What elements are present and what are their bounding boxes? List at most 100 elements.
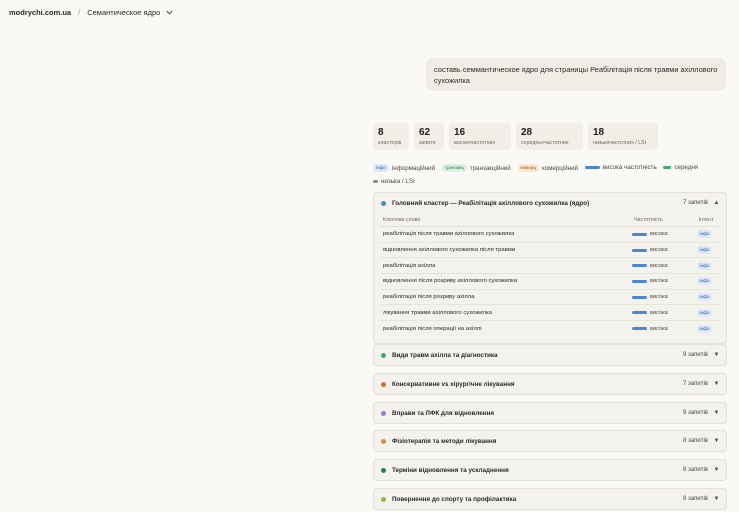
intent-cell: інфо xyxy=(692,277,720,286)
cluster-card-main: Головний кластер — Реабілітація ахіллово… xyxy=(373,192,727,344)
chevron-down-icon[interactable]: ▼ xyxy=(713,381,720,387)
cluster-header[interactable]: Терміни відновлення та ускладнення 8 зап… xyxy=(374,460,726,480)
cluster-card[interactable]: Види травм ахілла та діагностика 9 запит… xyxy=(373,344,727,366)
cluster-card[interactable]: Консервативне vs хірургічне лікування 7 … xyxy=(373,373,727,395)
chevron-down-icon[interactable] xyxy=(165,8,174,17)
cluster-dot xyxy=(381,496,386,502)
cluster-count: 8 запитів xyxy=(683,438,708,444)
cluster-count: 8 запитів xyxy=(683,467,708,473)
chevron-down-icon[interactable]: ▼ xyxy=(713,496,720,502)
breadcrumb: modrychi.com.ua / Семантическое ядро xyxy=(9,6,174,18)
freq-swatch xyxy=(663,166,672,169)
legend-label: висока частотність xyxy=(602,164,657,171)
chevron-down-icon[interactable]: ▼ xyxy=(713,352,720,358)
stat-label: низькочастотних / LSI xyxy=(593,140,647,146)
project-name[interactable]: Семантическое ядро xyxy=(87,8,160,17)
cluster-title: Консервативне vs хірургічне лікування xyxy=(392,380,515,388)
chevron-down-icon[interactable]: ▼ xyxy=(713,438,720,444)
table-header: Ключове слово Частотність Інтент xyxy=(380,213,720,227)
keyword-cell: відновлення ахіллового сухожилка після т… xyxy=(383,247,516,254)
stat-value: 62 xyxy=(419,127,431,138)
intent-badge: інфо xyxy=(696,261,713,270)
legend: інфо інформаційний транзакц транзакційний … xyxy=(373,161,729,188)
cluster-header[interactable]: Головний кластер — Реабілітація ахіллово… xyxy=(374,193,726,213)
column-keyword: Ключове слово xyxy=(383,216,421,223)
frequency-cell: висока xyxy=(632,231,692,237)
table-row: реабілітація після розриву ахілла висока… xyxy=(380,290,720,306)
chevron-up-icon[interactable]: ▲ xyxy=(713,200,720,206)
cluster-count: 7 запитів xyxy=(683,381,708,387)
intent-tag: інфо xyxy=(373,164,389,172)
legend-label: низька / LSI xyxy=(381,177,415,185)
cluster-card[interactable]: Вправи та ЛФК для відновлення 9 запитів … xyxy=(373,402,727,424)
table-row: відновлення після розриву ахіллового сух… xyxy=(380,274,720,290)
site-name[interactable]: modrychi.com.ua xyxy=(9,8,71,17)
frequency-label: висока xyxy=(650,325,668,332)
cluster-dot xyxy=(381,438,386,444)
frequency-label: висока xyxy=(650,294,668,301)
stat-value: 16 xyxy=(454,127,466,138)
cluster-count: 8 запитів xyxy=(683,496,708,502)
frequency-bar xyxy=(632,264,647,268)
frequency-cell: висока xyxy=(632,294,692,300)
frequency-bar xyxy=(632,279,647,283)
frequency-label: висока xyxy=(650,247,668,254)
table-row: реабілітація після операції на ахіллі ви… xyxy=(380,321,720,337)
intent-cell: інфо xyxy=(692,246,720,255)
cluster-dot xyxy=(381,352,386,358)
cluster-title: Види травм ахілла та діагностика xyxy=(392,351,498,359)
cluster-card[interactable]: Повернення до спорту та профілактика 8 з… xyxy=(373,488,727,510)
freq-swatch xyxy=(373,179,378,183)
keyword-cell: лікування травми ахіллового сухожилка xyxy=(383,309,492,316)
keyword-cell: реабілітація після операції на ахіллі xyxy=(383,325,482,332)
legend-freq-high: висока частотність xyxy=(584,161,657,174)
keyword-cell: реабілітація після травми ахіллового сух… xyxy=(383,231,515,238)
keyword-cell: відновлення після розриву ахіллового сух… xyxy=(383,278,518,285)
frequency-cell: висока xyxy=(632,326,692,332)
frequency-label: висока xyxy=(650,309,668,316)
frequency-bar xyxy=(632,295,647,299)
intent-badge: інфо xyxy=(696,230,713,239)
table-row: реабілітація ахілла висока інфо xyxy=(380,258,720,275)
cluster-header[interactable]: Консервативне vs хірургічне лікування 7 … xyxy=(374,374,726,394)
chevron-down-icon[interactable]: ▼ xyxy=(713,410,720,416)
frequency-bar xyxy=(632,248,647,252)
table-row: реабілітація після травми ахіллового сух… xyxy=(380,227,720,243)
frequency-label: висока xyxy=(650,262,668,269)
intent-cell: інфо xyxy=(692,324,720,333)
cluster-card[interactable]: Терміни відновлення та ускладнення 8 зап… xyxy=(373,459,727,481)
cluster-count: 9 запитів xyxy=(683,410,708,416)
cluster-header[interactable]: Повернення до спорту та профілактика 8 з… xyxy=(374,489,726,509)
legend-label: комерційний xyxy=(541,164,579,172)
intent-badge: інфо xyxy=(696,324,713,333)
user-message: составь семмантическое ядро для страницы… xyxy=(426,58,726,91)
keyword-cell: реабілітація після розриву ахілла xyxy=(383,294,475,301)
cluster-card[interactable]: Фізіотерапія та методи лікування 8 запит… xyxy=(373,430,727,452)
legend-label: інформаційний xyxy=(391,164,436,172)
stat-low: 18 низькочастотних / LSI xyxy=(588,123,658,150)
cluster-header[interactable]: Вправи та ЛФК для відновлення 9 запитів … xyxy=(374,403,726,423)
cluster-header[interactable]: Фізіотерапія та методи лікування 8 запит… xyxy=(374,431,726,451)
frequency-bar xyxy=(632,327,647,331)
cluster-header[interactable]: Види травм ахілла та діагностика 9 запит… xyxy=(374,345,726,365)
intent-tag: комерц xyxy=(517,164,539,172)
cluster-count: 7 запитів xyxy=(683,200,708,206)
chevron-down-icon[interactable]: ▼ xyxy=(713,467,720,473)
cluster-title: Терміни відновлення та ускладнення xyxy=(392,466,509,474)
stat-label: запити xyxy=(419,140,436,146)
legend-intent-commercial: комерц комерційний xyxy=(517,162,578,175)
intent-cell: інфо xyxy=(692,293,720,302)
stats-row: 8 кластерів 62 запити 16 високочастотних… xyxy=(373,123,658,150)
stat-value: 28 xyxy=(521,127,533,138)
table-row: лікування травми ахіллового сухожилка ви… xyxy=(380,305,720,322)
legend-freq-low: низька / LSI xyxy=(373,175,415,188)
intent-badge: інфо xyxy=(696,277,713,286)
stat-value: 8 xyxy=(378,127,384,138)
legend-freq-medium: середня xyxy=(663,161,698,174)
intent-cell: інфо xyxy=(692,261,720,270)
cluster-title: Повернення до спорту та профілактика xyxy=(392,495,517,503)
stat-queries: 62 запити xyxy=(414,123,444,150)
freq-swatch xyxy=(584,166,600,169)
column-intent: Інтент xyxy=(698,216,714,223)
cluster-dot xyxy=(381,200,386,206)
